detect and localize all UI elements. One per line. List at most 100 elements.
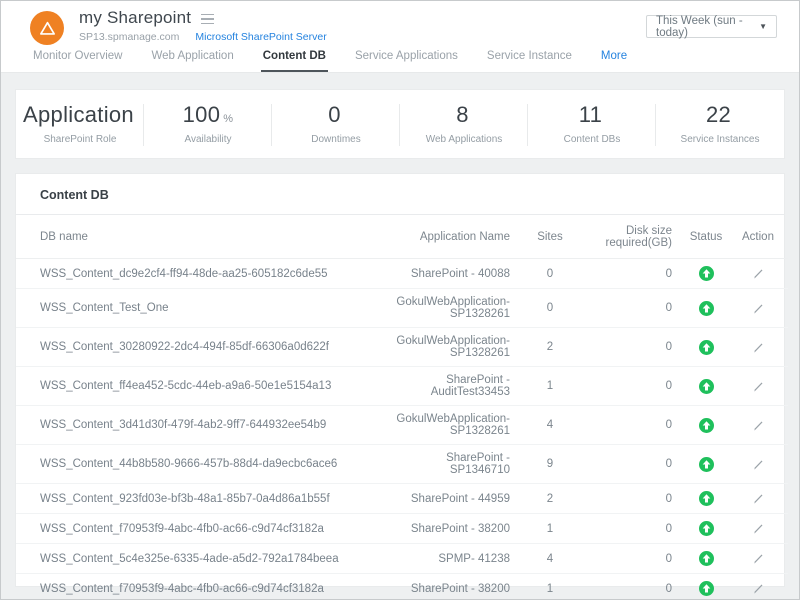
stat-label: Availability: [144, 134, 272, 145]
stat-value: 100%: [144, 102, 272, 128]
stat-downtimes: 0 Downtimes: [272, 90, 400, 158]
status-cell: [684, 259, 728, 289]
application-name-cell: GokulWebApplication- SP1328261: [384, 289, 522, 328]
edit-icon[interactable]: [752, 552, 765, 565]
content-area: Application SharePoint Role 100% Availab…: [1, 73, 799, 600]
host-name: SP13.spmanage.com: [79, 31, 179, 43]
edit-icon[interactable]: [752, 419, 765, 432]
header: my Sharepoint SP13.spmanage.com Microsoft…: [1, 1, 799, 48]
app-window: my Sharepoint SP13.spmanage.com Microsoft…: [0, 0, 800, 600]
db-name-cell: WSS_Content_Test_One: [16, 289, 384, 328]
tab-content-db[interactable]: Content DB: [261, 48, 328, 72]
application-name-cell: GokulWebApplication- SP1328261: [384, 406, 522, 445]
edit-icon[interactable]: [752, 458, 765, 471]
tab-bar: Monitor Overview Web Application Content…: [1, 48, 799, 73]
date-range-dropdown[interactable]: This Week (sun - today) ▼: [646, 15, 777, 38]
date-range-value: This Week (sun - today): [656, 15, 759, 39]
status-up-icon: [699, 551, 714, 566]
tab-service-instance[interactable]: Service Instance: [485, 48, 574, 72]
content-db-panel: Content DB DB name Application Name Site…: [15, 173, 785, 587]
status-cell: [684, 514, 728, 544]
stat-label: Downtimes: [272, 134, 400, 145]
stat-value: Application: [16, 102, 144, 128]
tab-web-application[interactable]: Web Application: [149, 48, 235, 72]
disk-size-cell: 0: [578, 328, 684, 367]
stat-value: 22: [656, 102, 784, 128]
edit-icon[interactable]: [752, 341, 765, 354]
hamburger-menu-icon[interactable]: [201, 12, 214, 25]
status-cell: [684, 289, 728, 328]
monitor-type-icon: [30, 11, 64, 45]
summary-stats-card: Application SharePoint Role 100% Availab…: [15, 89, 785, 159]
column-header-sites: Sites: [522, 215, 578, 259]
edit-icon[interactable]: [752, 492, 765, 505]
application-name-cell: SPMP- 41238: [384, 544, 522, 574]
tab-monitor-overview[interactable]: Monitor Overview: [31, 48, 124, 72]
edit-icon[interactable]: [752, 380, 765, 393]
action-cell: [728, 406, 788, 445]
application-name-cell: SharePoint - SP1346710: [384, 445, 522, 484]
action-cell: [728, 544, 788, 574]
stat-web-applications: 8 Web Applications: [400, 90, 528, 158]
application-name-cell: SharePoint - 38200: [384, 574, 522, 600]
sites-cell: 1: [522, 514, 578, 544]
column-header-status: Status: [684, 215, 728, 259]
edit-icon[interactable]: [752, 522, 765, 535]
sites-cell: 4: [522, 544, 578, 574]
edit-icon[interactable]: [752, 267, 765, 280]
disk-size-cell: 0: [578, 445, 684, 484]
table-row: WSS_Content_5c4e325e-6335-4ade-a5d2-792a…: [16, 544, 788, 574]
action-cell: [728, 574, 788, 600]
disk-size-cell: 0: [578, 367, 684, 406]
application-name-cell: SharePoint - 38200: [384, 514, 522, 544]
table-row: WSS_Content_3d41d30f-479f-4ab2-9ff7-6449…: [16, 406, 788, 445]
status-cell: [684, 484, 728, 514]
sites-cell: 0: [522, 289, 578, 328]
action-cell: [728, 484, 788, 514]
db-name-cell: WSS_Content_ff4ea452-5cdc-44eb-a9a6-50e1…: [16, 367, 384, 406]
stat-sharepoint-role: Application SharePoint Role: [16, 90, 144, 158]
panel-title: Content DB: [16, 174, 784, 215]
edit-icon[interactable]: [752, 302, 765, 315]
disk-size-cell: 0: [578, 289, 684, 328]
action-cell: [728, 289, 788, 328]
tab-more[interactable]: More: [599, 48, 629, 72]
tab-service-applications[interactable]: Service Applications: [353, 48, 460, 72]
stat-label: SharePoint Role: [16, 134, 144, 145]
sites-cell: 1: [522, 367, 578, 406]
status-up-icon: [699, 457, 714, 472]
status-cell: [684, 544, 728, 574]
status-cell: [684, 445, 728, 484]
table-row: WSS_Content_f70953f9-4abc-4fb0-ac66-c9d7…: [16, 574, 788, 600]
table-row: WSS_Content_44b8b580-9666-457b-88d4-da9e…: [16, 445, 788, 484]
column-header-application-name: Application Name: [384, 215, 522, 259]
stat-label: Service Instances: [656, 134, 784, 145]
sites-cell: 0: [522, 259, 578, 289]
page-title: my Sharepoint: [79, 8, 191, 28]
db-name-cell: WSS_Content_f70953f9-4abc-4fb0-ac66-c9d7…: [16, 514, 384, 544]
disk-size-cell: 0: [578, 484, 684, 514]
table-row: WSS_Content_ff4ea452-5cdc-44eb-a9a6-50e1…: [16, 367, 788, 406]
stat-content-dbs: 11 Content DBs: [528, 90, 656, 158]
db-name-cell: WSS_Content_5c4e325e-6335-4ade-a5d2-792a…: [16, 544, 384, 574]
monitor-type-link[interactable]: Microsoft SharePoint Server: [195, 31, 326, 43]
sites-cell: 2: [522, 328, 578, 367]
sites-cell: 2: [522, 484, 578, 514]
status-up-icon: [699, 581, 714, 596]
status-up-icon: [699, 491, 714, 506]
db-name-cell: WSS_Content_3d41d30f-479f-4ab2-9ff7-6449…: [16, 406, 384, 445]
disk-size-cell: 0: [578, 406, 684, 445]
column-header-disk-size: Disk size required(GB): [578, 215, 684, 259]
sites-cell: 4: [522, 406, 578, 445]
content-db-table: DB name Application Name Sites Disk size…: [16, 215, 788, 600]
edit-icon[interactable]: [752, 582, 765, 595]
action-cell: [728, 445, 788, 484]
db-name-cell: WSS_Content_923fd03e-bf3b-48a1-85b7-0a4d…: [16, 484, 384, 514]
application-name-cell: SharePoint - 40088: [384, 259, 522, 289]
status-up-icon: [699, 340, 714, 355]
status-cell: [684, 328, 728, 367]
db-name-cell: WSS_Content_f70953f9-4abc-4fb0-ac66-c9d7…: [16, 574, 384, 600]
column-header-action: Action: [728, 215, 788, 259]
db-name-cell: WSS_Content_44b8b580-9666-457b-88d4-da9e…: [16, 445, 384, 484]
table-row: WSS_Content_dc9e2cf4-ff94-48de-aa25-6051…: [16, 259, 788, 289]
